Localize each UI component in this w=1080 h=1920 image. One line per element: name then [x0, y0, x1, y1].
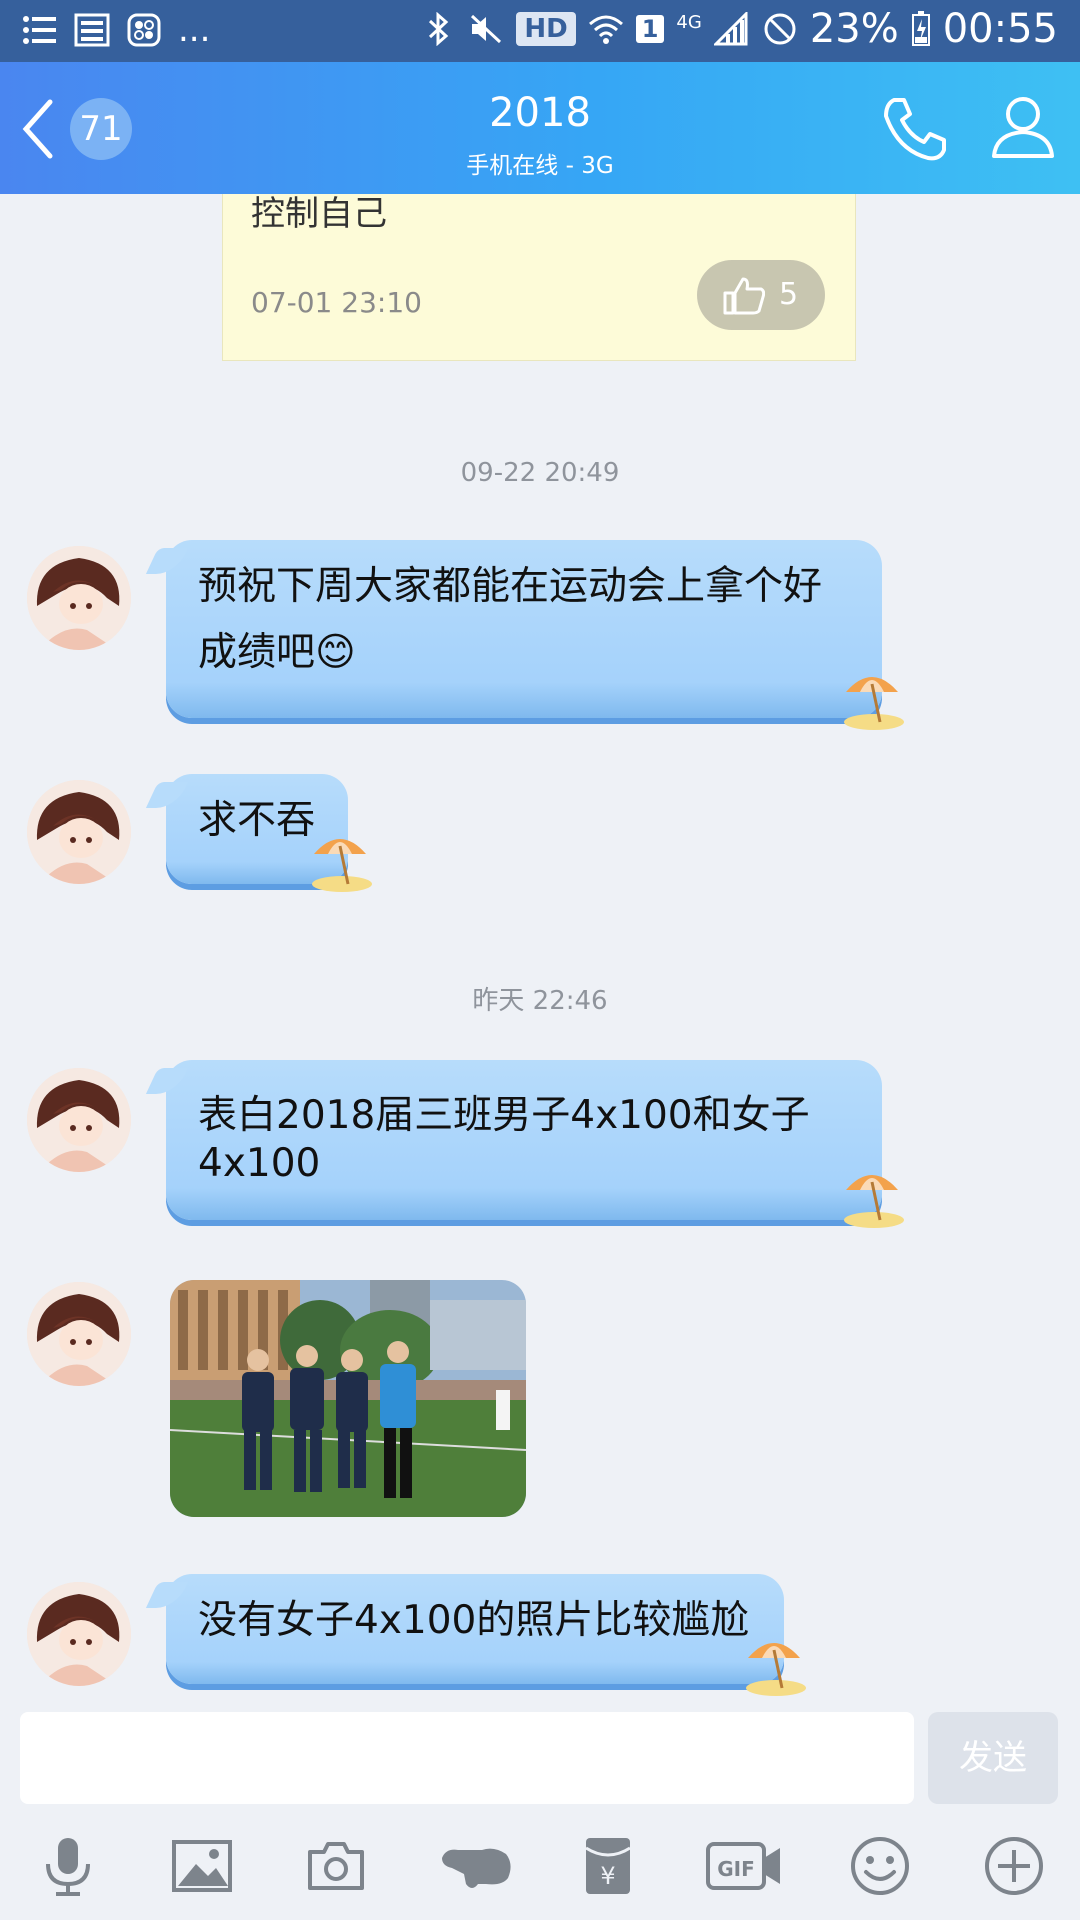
gesture-icon[interactable]	[438, 1834, 516, 1898]
emoji-icon[interactable]	[848, 1834, 912, 1898]
svg-text:GIF: GIF	[717, 1857, 755, 1881]
network-type: 4G	[676, 11, 702, 33]
chat-header: 71 2018 手机在线 - 3G	[0, 62, 1080, 194]
profile-icon[interactable]	[990, 94, 1056, 160]
list-icon	[23, 16, 56, 44]
gif-icon[interactable]: GIF	[704, 1834, 784, 1898]
mic-icon[interactable]	[36, 1834, 100, 1898]
message-bubble[interactable]: 表白2018届三班男子4x100和女子4x100	[145, 1060, 904, 1228]
sim-badge: 1	[635, 15, 665, 43]
avatar[interactable]	[27, 1068, 131, 1172]
message-text: 表白2018届三班男子4x100和女子4x100	[198, 1093, 810, 1186]
chat-timestamp: 昨天 22:46	[472, 986, 608, 1016]
dnd-icon	[764, 13, 796, 45]
avatar[interactable]	[27, 780, 131, 884]
message-input[interactable]	[20, 1712, 914, 1804]
message-bubble[interactable]: 没有女子4x100的照片比较尴尬	[145, 1574, 806, 1696]
svg-text:¥: ¥	[600, 1862, 615, 1890]
mute-icon	[471, 14, 502, 44]
red-packet-icon[interactable]: ¥	[576, 1834, 640, 1898]
umbrella-decoration-icon	[844, 1175, 904, 1228]
note-card[interactable]: 控制自己 07-01 23:10 5	[222, 194, 856, 361]
app-icon	[127, 13, 161, 47]
message-text: 预祝下周大家都能在运动会上拿个好成绩吧😊	[198, 564, 823, 675]
hd-badge: HD	[516, 12, 576, 46]
message-text: 没有女子4x100的照片比较尴尬	[198, 1598, 750, 1643]
like-count: 5	[779, 277, 799, 312]
note-text: 控制自己	[251, 194, 387, 234]
camera-icon[interactable]	[304, 1834, 368, 1898]
image-icon[interactable]	[170, 1834, 234, 1898]
status-ellipsis: ...	[178, 10, 211, 50]
umbrella-decoration-icon	[746, 1643, 806, 1696]
phone-call-icon[interactable]	[880, 94, 950, 164]
news-icon	[74, 13, 110, 47]
battery-icon	[911, 11, 930, 46]
status-bar: ... HD 1 4G 23% 00:55	[0, 0, 1080, 62]
like-button[interactable]: 5	[697, 260, 825, 330]
bluetooth-icon	[429, 12, 449, 46]
input-toolbar: ¥ GIF	[0, 1820, 1080, 1920]
umbrella-decoration-icon	[312, 839, 372, 892]
status-time: 00:55	[942, 6, 1058, 52]
signal-icon	[713, 12, 748, 46]
note-time: 07-01 23:10	[251, 286, 422, 319]
battery-percent: 23%	[809, 6, 899, 52]
wifi-icon	[588, 15, 623, 44]
umbrella-decoration-icon	[844, 677, 904, 730]
message-text: 求不吞	[198, 798, 316, 843]
send-button[interactable]: 发送	[928, 1712, 1058, 1804]
plus-icon[interactable]	[982, 1834, 1046, 1898]
message-bubble[interactable]: 求不吞	[145, 774, 372, 892]
avatar[interactable]	[27, 546, 131, 650]
message-bubble[interactable]: 预祝下周大家都能在运动会上拿个好成绩吧😊	[145, 540, 904, 730]
photo-message[interactable]	[170, 1280, 526, 1517]
thumbs-up-icon	[723, 277, 765, 315]
avatar[interactable]	[27, 1582, 131, 1686]
chat-timestamp: 09-22 20:49	[460, 458, 620, 488]
avatar[interactable]	[27, 1282, 131, 1386]
